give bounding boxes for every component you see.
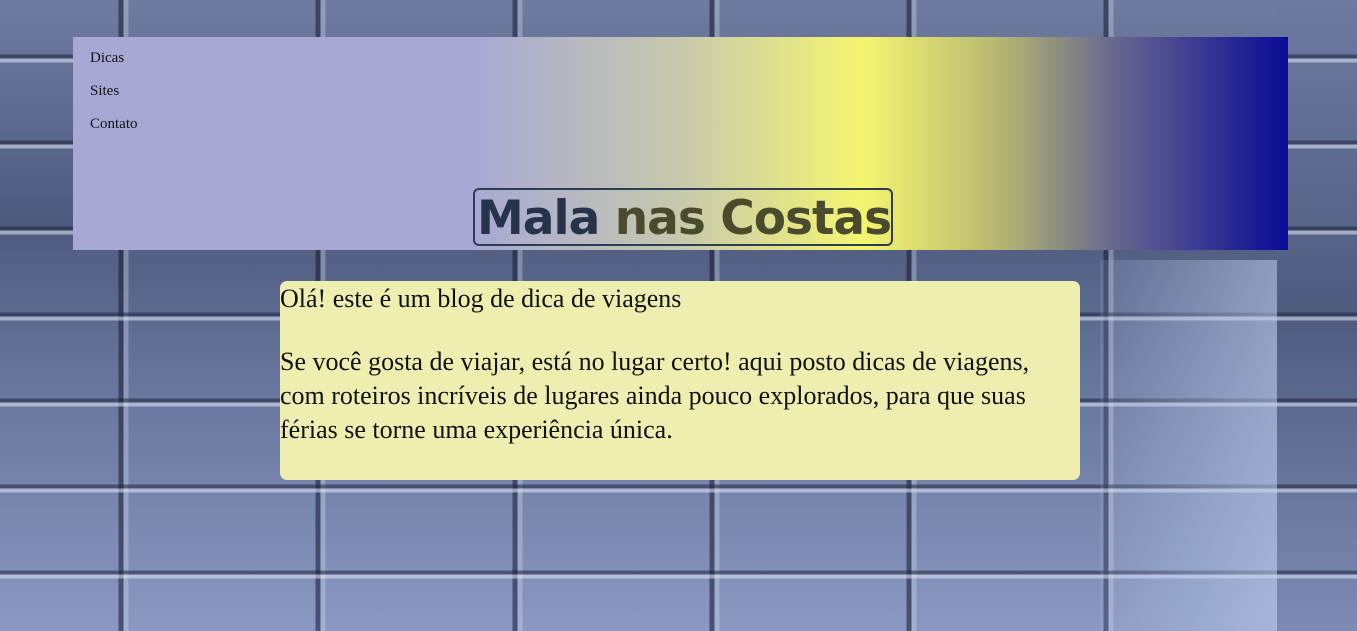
site-title: Mala nas Costas bbox=[473, 188, 894, 246]
nav-menu: Dicas Sites Contato bbox=[90, 48, 138, 147]
nav-item-dicas[interactable]: Dicas bbox=[90, 48, 138, 81]
site-title-part-1: Mala bbox=[477, 191, 600, 246]
nav-item-sites[interactable]: Sites bbox=[90, 81, 138, 114]
site-header: Dicas Sites Contato Mala nas Costas bbox=[73, 37, 1288, 250]
page: Dicas Sites Contato Mala nas Costas Olá!… bbox=[0, 0, 1357, 631]
content-card: Olá! este é um blog de dica de viagens S… bbox=[280, 281, 1080, 480]
suitcases-background-image-edge bbox=[1277, 0, 1357, 631]
body-paragraph: Se você gosta de viajar, está no lugar c… bbox=[280, 347, 1030, 444]
intro-text: Olá! este é um blog de dica de viagens bbox=[280, 284, 682, 313]
site-title-part-2: nas Costas bbox=[614, 191, 892, 246]
nav-item-contato[interactable]: Contato bbox=[90, 114, 138, 147]
background-highlight bbox=[1100, 260, 1277, 631]
